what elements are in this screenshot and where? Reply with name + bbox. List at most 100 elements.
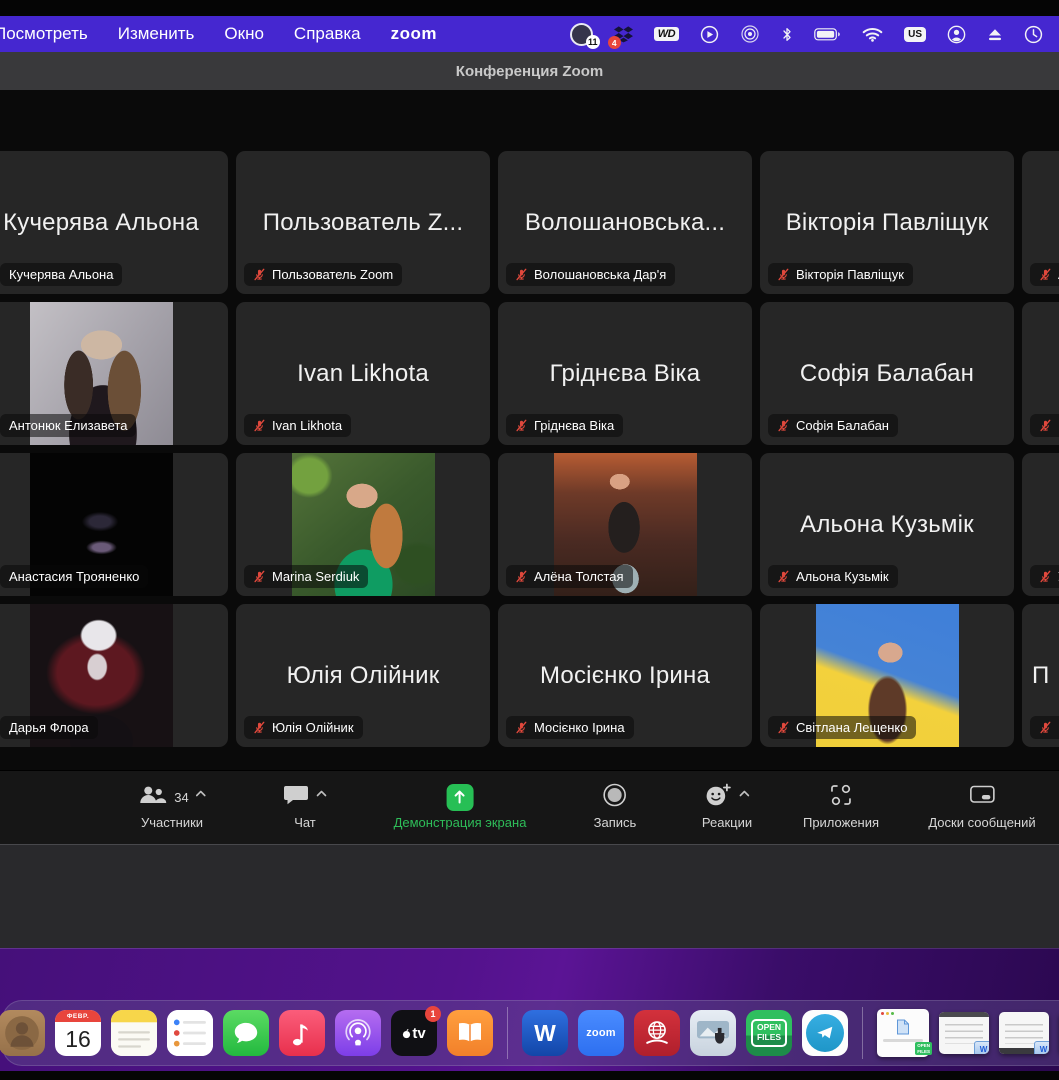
bluetooth-icon[interactable] bbox=[781, 23, 793, 45]
dock-word-icon[interactable]: W bbox=[522, 1010, 568, 1056]
dock-books-icon[interactable] bbox=[447, 1010, 493, 1056]
participant-tile[interactable]: Ivan LikhotaIvan Likhota bbox=[236, 302, 490, 445]
dock-messages-icon[interactable] bbox=[223, 1010, 269, 1056]
participant-name-label: Кучерява Альона bbox=[0, 263, 122, 286]
apps-button[interactable]: Приложения bbox=[803, 782, 879, 830]
dock-music-icon[interactable] bbox=[279, 1010, 325, 1056]
dock-contacts-icon[interactable] bbox=[0, 1010, 45, 1056]
eject-icon[interactable] bbox=[987, 23, 1003, 45]
participant-grid: Кучерява АльонаКучерява АльонаПользовате… bbox=[0, 151, 1059, 747]
play-status-icon[interactable] bbox=[700, 23, 719, 45]
appletv-logo: tv bbox=[402, 1025, 425, 1042]
zoom-window-bottom-panel bbox=[0, 844, 1059, 949]
app-notification-icon[interactable]: 11 bbox=[570, 23, 593, 45]
participant-name-label: Ivan Likhota bbox=[244, 414, 351, 437]
participant-tile[interactable]: Юлія ОлійникЮлія Олійник bbox=[236, 604, 490, 747]
airplay-icon[interactable] bbox=[740, 23, 760, 45]
participant-tile[interactable]: Анастасия Трояненко bbox=[0, 453, 228, 596]
participant-tile[interactable]: Кучерява АльонаКучерява Альона bbox=[0, 151, 228, 294]
participant-tile[interactable]: Алёна Толстая bbox=[498, 453, 752, 596]
minimized-document-window[interactable]: W bbox=[999, 1012, 1049, 1054]
dock-podcasts-icon[interactable] bbox=[335, 1010, 381, 1056]
participant-tile[interactable]: Пользователь Z...Пользователь Zoom bbox=[236, 151, 490, 294]
keyboard-layout-icon[interactable]: US bbox=[904, 23, 926, 45]
whiteboard-label: Доски сообщений bbox=[928, 815, 1035, 830]
participant-tile[interactable]: В bbox=[1022, 302, 1059, 445]
participant-tile[interactable]: У bbox=[1022, 453, 1059, 596]
user-account-icon[interactable] bbox=[947, 23, 966, 45]
reactions-button[interactable]: Реакции bbox=[702, 782, 752, 830]
minimized-document-window[interactable]: W bbox=[939, 1012, 989, 1054]
dock-appletv-icon[interactable]: tv 1 bbox=[391, 1010, 437, 1056]
dropbox-icon[interactable]: 4 bbox=[614, 23, 633, 45]
participant-tile[interactable]: Альона КузьмікАльона Кузьмік bbox=[760, 453, 1014, 596]
time-machine-icon[interactable] bbox=[1024, 23, 1043, 45]
wd-drive-icon[interactable]: WD bbox=[654, 23, 679, 45]
dock-notes-icon[interactable] bbox=[111, 1010, 157, 1056]
participant-tile[interactable]: Вікторія ПавліщукВікторія Павліщук bbox=[760, 151, 1014, 294]
mic-muted-icon bbox=[253, 570, 266, 583]
openfiles-mini-badge: OPENFILES bbox=[915, 1042, 932, 1055]
window-title: Конференция Zoom bbox=[456, 63, 603, 80]
dock-preview-icon[interactable] bbox=[690, 1010, 736, 1056]
mic-muted-icon bbox=[515, 721, 528, 734]
participant-tile[interactable]: Антонюк Елизавета bbox=[0, 302, 228, 445]
participant-tile[interactable]: Волошановська...Волошановська Дар'я bbox=[498, 151, 752, 294]
participants-button[interactable]: 34 Участники bbox=[137, 782, 206, 830]
share-screen-button[interactable]: Демонстрация экрана bbox=[394, 782, 527, 830]
participant-name-label: Мосієнко Ірина bbox=[506, 716, 634, 739]
menu-item-help[interactable]: Справка bbox=[294, 24, 361, 44]
mic-muted-icon bbox=[515, 570, 528, 583]
participant-name-label: Вікторія Павліщук bbox=[768, 263, 913, 286]
mic-muted-icon bbox=[777, 419, 790, 432]
word-mini-badge: W bbox=[1034, 1041, 1049, 1054]
dock-telegram-icon[interactable] bbox=[802, 1010, 848, 1056]
participant-name-label: Анастасия Трояненко bbox=[0, 565, 148, 588]
participant-tile[interactable]: Гріднєва ВікаГріднєва Віка bbox=[498, 302, 752, 445]
mic-muted-icon bbox=[253, 419, 266, 432]
participant-name-label: Дарья Флора bbox=[0, 716, 98, 739]
menu-bar: Посмотреть Изменить Окно Справка zoom 11… bbox=[0, 16, 1059, 52]
participant-tile[interactable]: Світлана Лещенко bbox=[760, 604, 1014, 747]
dock: ФЕВР. 16 tv 1 W bbox=[2, 1000, 1059, 1066]
dock-zoom-icon[interactable]: zoom bbox=[578, 1010, 624, 1056]
menu-item-window[interactable]: Окно bbox=[224, 24, 264, 44]
mic-muted-icon bbox=[777, 268, 790, 281]
record-button[interactable]: Запись bbox=[594, 782, 637, 830]
window-traffic-lights bbox=[881, 1012, 894, 1015]
wifi-icon[interactable] bbox=[862, 23, 883, 45]
share-screen-label: Демонстрация экрана bbox=[394, 815, 527, 830]
mic-muted-icon bbox=[1039, 268, 1052, 281]
whiteboard-button[interactable]: Доски сообщений bbox=[928, 782, 1035, 830]
chevron-up-icon[interactable] bbox=[316, 790, 327, 797]
participant-tile[interactable]: Софія БалабанСофія Балабан bbox=[760, 302, 1014, 445]
dock-encyclopedia-icon[interactable] bbox=[634, 1010, 680, 1056]
dock-openfiles-icon[interactable]: OPEN FILES bbox=[746, 1010, 792, 1056]
mic-muted-icon bbox=[777, 721, 790, 734]
record-icon bbox=[602, 782, 628, 813]
chat-icon bbox=[283, 784, 309, 811]
battery-icon[interactable] bbox=[814, 23, 841, 45]
chat-button[interactable]: Чат bbox=[283, 782, 327, 830]
participant-name-label: П bbox=[1030, 716, 1059, 739]
participant-name-label: У bbox=[1030, 565, 1059, 588]
calendar-day: 16 bbox=[65, 1022, 91, 1056]
participant-tile[interactable]: А bbox=[1022, 151, 1059, 294]
participant-name-label: Волошановська Дар'я bbox=[506, 263, 675, 286]
dock-calendar-icon[interactable]: ФЕВР. 16 bbox=[55, 1010, 101, 1056]
participant-tile[interactable]: ПП bbox=[1022, 604, 1059, 747]
zoom-window-title-bar: Конференция Zoom bbox=[0, 52, 1059, 91]
chevron-up-icon[interactable] bbox=[196, 790, 207, 797]
participant-tile[interactable]: Мосієнко ІринаМосієнко Ірина bbox=[498, 604, 752, 747]
minimized-openfiles-window[interactable]: OPENFILES bbox=[877, 1009, 929, 1057]
menu-item-edit[interactable]: Изменить bbox=[118, 24, 195, 44]
menu-item-view[interactable]: Посмотреть bbox=[0, 24, 88, 44]
participant-tile[interactable]: Marina Serdiuk bbox=[236, 453, 490, 596]
participant-tile[interactable]: Дарья Флора bbox=[0, 604, 228, 747]
dock-reminders-icon[interactable] bbox=[167, 1010, 213, 1056]
mic-muted-icon bbox=[253, 721, 266, 734]
menu-item-zoom[interactable]: zoom bbox=[391, 24, 437, 44]
participants-label: Участники bbox=[141, 815, 203, 830]
app-badge-count: 11 bbox=[586, 35, 600, 49]
chevron-up-icon[interactable] bbox=[739, 790, 750, 797]
